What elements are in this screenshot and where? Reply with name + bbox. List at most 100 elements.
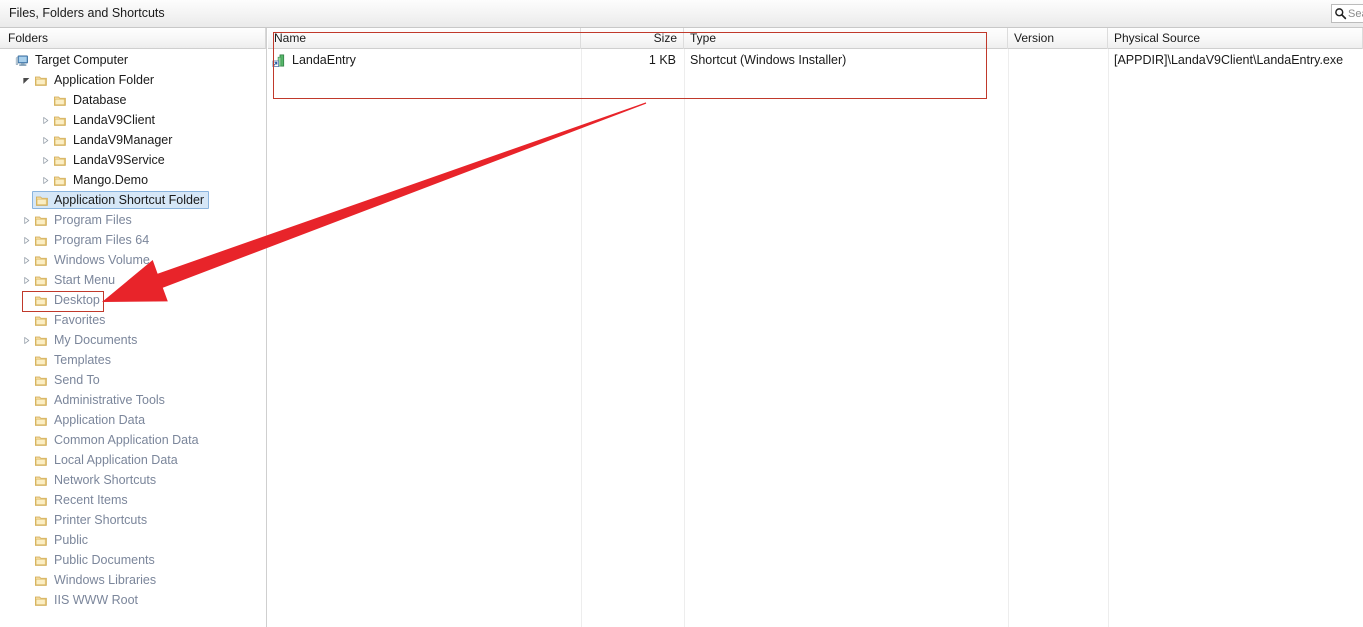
tree-item-windows-libraries[interactable]: Windows Libraries <box>0 570 266 590</box>
tree-item-administrative-tools[interactable]: Administrative Tools <box>0 390 266 410</box>
column-header-name[interactable]: Name <box>268 28 581 49</box>
file-list-header[interactable]: Name Size Type Version Physical Source <box>268 28 1363 49</box>
tree-item-content: Desktop <box>33 290 100 310</box>
tree-item-label: LandaV9Client <box>73 113 156 127</box>
folder-icon <box>33 590 50 610</box>
tree-item-label: Public <box>54 533 89 547</box>
chevron-right-icon[interactable] <box>19 330 33 350</box>
tree-item-program-files-64[interactable]: Program Files 64 <box>0 230 266 250</box>
tree-item-target-computer[interactable]: Target Computer <box>0 50 266 70</box>
tree-item-content: Windows Libraries <box>33 570 156 590</box>
column-header-size[interactable]: Size <box>581 28 684 49</box>
tree-item-my-documents[interactable]: My Documents <box>0 330 266 350</box>
folder-icon <box>33 490 50 510</box>
tree-item-application-folder[interactable]: Application Folder <box>0 70 266 90</box>
tree-item-content: LandaV9Client <box>52 110 155 130</box>
tree-item-label: Application Folder <box>54 73 155 87</box>
tree-item-network-shortcuts[interactable]: Network Shortcuts <box>0 470 266 490</box>
tree-item-label: Desktop <box>54 293 100 307</box>
folder-icon <box>33 230 50 250</box>
folder-icon <box>52 90 69 110</box>
column-header-version[interactable]: Version <box>1008 28 1108 49</box>
tree-item-label: Program Files 64 <box>54 233 150 247</box>
tree-item-label: Recent Items <box>54 493 128 507</box>
tree-item-desktop[interactable]: Desktop <box>0 290 266 310</box>
tree-item-favorites[interactable]: Favorites <box>0 310 266 330</box>
folder-icon <box>33 410 50 430</box>
tree-item-content: LandaV9Service <box>52 150 165 170</box>
tree-item-label: Mango.Demo <box>73 173 149 187</box>
column-header-physical-source[interactable]: Physical Source <box>1108 28 1363 49</box>
chevron-right-icon[interactable] <box>19 250 33 270</box>
search-placeholder: Sea <box>1348 7 1363 20</box>
tree-item-public[interactable]: Public <box>0 530 266 550</box>
column-divider <box>1008 49 1009 627</box>
tree-item-label: Program Files <box>54 213 132 227</box>
tree-item-application-shortcut-folder[interactable]: Application Shortcut Folder <box>0 190 266 210</box>
tree-item-templates[interactable]: Templates <box>0 350 266 370</box>
folder-icon <box>33 510 50 530</box>
tree-item-landav9service[interactable]: LandaV9Service <box>0 150 266 170</box>
chevron-down-icon[interactable] <box>19 70 33 90</box>
tree-item-label: Public Documents <box>54 553 155 567</box>
chevron-right-icon[interactable] <box>38 150 52 170</box>
column-divider <box>684 49 685 627</box>
tree-item-label: LandaV9Manager <box>73 133 173 147</box>
column-header-type[interactable]: Type <box>684 28 1008 49</box>
tree-item-content: Templates <box>33 350 111 370</box>
tree-item-content: Recent Items <box>33 490 128 510</box>
tree-item-send-to[interactable]: Send To <box>0 370 266 390</box>
tree-item-printer-shortcuts[interactable]: Printer Shortcuts <box>0 510 266 530</box>
tree-item-public-documents[interactable]: Public Documents <box>0 550 266 570</box>
chevron-right-icon[interactable] <box>19 210 33 230</box>
tree-item-content: IIS WWW Root <box>33 590 138 610</box>
title-bar: Files, Folders and Shortcuts Sea <box>0 0 1363 28</box>
tree-item-label: Network Shortcuts <box>54 473 157 487</box>
search-input[interactable]: Sea <box>1331 4 1363 23</box>
tree-item-content: LandaV9Manager <box>52 130 172 150</box>
tree-item-content: Favorites <box>33 310 105 330</box>
tree-item-local-application-data[interactable]: Local Application Data <box>0 450 266 470</box>
folder-icon <box>52 170 69 190</box>
table-row[interactable]: LandaEntry 1 KB Shortcut (Windows Installe… <box>268 50 1363 70</box>
tree-item-content: Application Data <box>33 410 145 430</box>
tree-item-mango-demo[interactable]: Mango.Demo <box>0 170 266 190</box>
chevron-right-icon[interactable] <box>38 110 52 130</box>
tree-item-content: Common Application Data <box>33 430 199 450</box>
tree-item-label: Send To <box>54 373 100 387</box>
tree-item-label: Windows Libraries <box>54 573 157 587</box>
tree-item-recent-items[interactable]: Recent Items <box>0 490 266 510</box>
tree-item-iis-www-root[interactable]: IIS WWW Root <box>0 590 266 610</box>
tree-item-label: Windows Volume <box>54 253 150 267</box>
cell-name: LandaEntry <box>268 50 581 70</box>
tree-item-label: Favorites <box>54 313 106 327</box>
tree-item-windows-volume[interactable]: Windows Volume <box>0 250 266 270</box>
folder-tree[interactable]: Target Computer Application Folder Databas… <box>0 50 266 627</box>
tree-item-landav9manager[interactable]: LandaV9Manager <box>0 130 266 150</box>
tree-item-application-data[interactable]: Application Data <box>0 410 266 430</box>
tree-item-landav9client[interactable]: LandaV9Client <box>0 110 266 130</box>
computer-icon <box>14 50 31 70</box>
tree-item-database[interactable]: Database <box>0 90 266 110</box>
tree-item-content: Application Folder <box>33 70 154 90</box>
tree-item-start-menu[interactable]: Start Menu <box>0 270 266 290</box>
folder-icon <box>33 470 50 490</box>
cell-size: 1 KB <box>648 53 676 67</box>
chevron-right-icon[interactable] <box>38 170 52 190</box>
tree-item-label: Administrative Tools <box>54 393 165 407</box>
tree-item-common-application-data[interactable]: Common Application Data <box>0 430 266 450</box>
chevron-right-icon[interactable] <box>38 130 52 150</box>
tree-item-label: Common Application Data <box>54 433 199 447</box>
chevron-right-icon[interactable] <box>19 230 33 250</box>
tree-item-program-files[interactable]: Program Files <box>0 210 266 230</box>
folder-icon <box>33 270 50 290</box>
tree-item-content: Windows Volume <box>33 250 150 270</box>
chevron-right-icon[interactable] <box>19 270 33 290</box>
